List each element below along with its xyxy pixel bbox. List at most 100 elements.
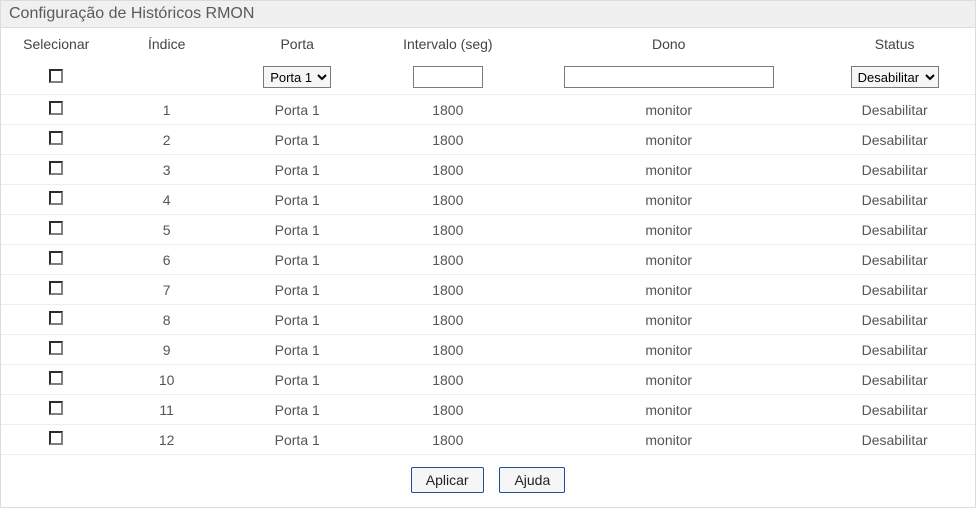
cell-interval: 1800 [373,425,524,455]
cell-owner: monitor [523,425,814,455]
row-checkbox[interactable] [49,191,63,205]
row-checkbox[interactable] [49,221,63,235]
col-header-owner: Dono [523,28,814,62]
cell-index: 3 [111,155,221,185]
select-all-checkbox[interactable] [49,69,63,83]
cell-status: Desabilitar [814,125,975,155]
cell-port: Porta 1 [222,155,373,185]
col-header-interval: Intervalo (seg) [373,28,524,62]
cell-port: Porta 1 [222,335,373,365]
cell-status: Desabilitar [814,185,975,215]
cell-owner: monitor [523,365,814,395]
cell-owner: monitor [523,185,814,215]
table-row: 12Porta 11800monitorDesabilitar [1,425,975,455]
cell-interval: 1800 [373,335,524,365]
table-row: 9Porta 11800monitorDesabilitar [1,335,975,365]
table-row: 2Porta 11800monitorDesabilitar [1,125,975,155]
cell-owner: monitor [523,215,814,245]
table-row: 8Porta 11800monitorDesabilitar [1,305,975,335]
owner-input[interactable] [564,66,774,88]
col-header-port: Porta [222,28,373,62]
history-table: Selecionar Índice Porta Intervalo (seg) … [1,28,975,455]
row-checkbox[interactable] [49,251,63,265]
status-select[interactable]: Desabilitar [851,66,939,88]
cell-port: Porta 1 [222,365,373,395]
cell-port: Porta 1 [222,95,373,125]
cell-port: Porta 1 [222,125,373,155]
cell-port: Porta 1 [222,275,373,305]
cell-index: 5 [111,215,221,245]
cell-owner: monitor [523,245,814,275]
cell-index: 7 [111,275,221,305]
col-header-select: Selecionar [1,28,111,62]
col-header-index: Índice [111,28,221,62]
cell-interval: 1800 [373,125,524,155]
rmon-history-panel: Configuração de Históricos RMON Selecion… [0,0,976,508]
cell-status: Desabilitar [814,305,975,335]
cell-index: 1 [111,95,221,125]
cell-owner: monitor [523,125,814,155]
interval-input[interactable] [413,66,483,88]
cell-index: 9 [111,335,221,365]
help-button[interactable]: Ajuda [499,467,565,493]
cell-status: Desabilitar [814,425,975,455]
cell-port: Porta 1 [222,395,373,425]
cell-owner: monitor [523,95,814,125]
cell-owner: monitor [523,395,814,425]
cell-port: Porta 1 [222,215,373,245]
cell-interval: 1800 [373,395,524,425]
apply-button[interactable]: Aplicar [411,467,484,493]
table-row: 6Porta 11800monitorDesabilitar [1,245,975,275]
table-row: 4Porta 11800monitorDesabilitar [1,185,975,215]
table-row: 3Porta 11800monitorDesabilitar [1,155,975,185]
cell-interval: 1800 [373,95,524,125]
cell-port: Porta 1 [222,245,373,275]
table-row: 5Porta 11800monitorDesabilitar [1,215,975,245]
cell-interval: 1800 [373,245,524,275]
row-checkbox[interactable] [49,431,63,445]
row-checkbox[interactable] [49,341,63,355]
row-checkbox[interactable] [49,281,63,295]
table-row: 7Porta 11800monitorDesabilitar [1,275,975,305]
cell-owner: monitor [523,305,814,335]
cell-owner: monitor [523,275,814,305]
cell-status: Desabilitar [814,155,975,185]
cell-index: 10 [111,365,221,395]
panel-title: Configuração de Históricos RMON [1,1,975,28]
col-header-status: Status [814,28,975,62]
cell-status: Desabilitar [814,395,975,425]
row-checkbox[interactable] [49,371,63,385]
cell-index: 6 [111,245,221,275]
row-checkbox[interactable] [49,161,63,175]
row-checkbox[interactable] [49,131,63,145]
cell-owner: monitor [523,155,814,185]
table-header-row: Selecionar Índice Porta Intervalo (seg) … [1,28,975,62]
row-checkbox[interactable] [49,311,63,325]
cell-index: 11 [111,395,221,425]
cell-index: 8 [111,305,221,335]
port-select[interactable]: Porta 1 [263,66,331,88]
cell-owner: monitor [523,335,814,365]
row-checkbox[interactable] [49,401,63,415]
cell-status: Desabilitar [814,95,975,125]
cell-interval: 1800 [373,305,524,335]
cell-status: Desabilitar [814,215,975,245]
cell-port: Porta 1 [222,425,373,455]
cell-interval: 1800 [373,155,524,185]
cell-interval: 1800 [373,365,524,395]
cell-port: Porta 1 [222,305,373,335]
cell-interval: 1800 [373,185,524,215]
cell-status: Desabilitar [814,335,975,365]
cell-interval: 1800 [373,215,524,245]
row-checkbox[interactable] [49,101,63,115]
button-row: Aplicar Ajuda [1,455,975,507]
cell-status: Desabilitar [814,365,975,395]
cell-status: Desabilitar [814,275,975,305]
cell-port: Porta 1 [222,185,373,215]
table-row: 11Porta 11800monitorDesabilitar [1,395,975,425]
table-row: 10Porta 11800monitorDesabilitar [1,365,975,395]
cell-index: 12 [111,425,221,455]
cell-index: 2 [111,125,221,155]
cell-interval: 1800 [373,275,524,305]
cell-status: Desabilitar [814,245,975,275]
